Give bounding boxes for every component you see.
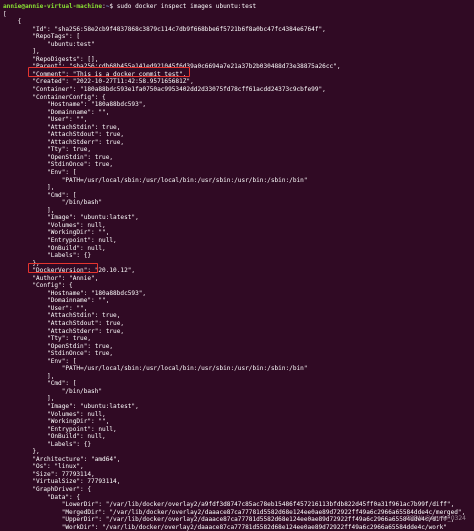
output-line: "WorkingDir": "", — [3, 418, 110, 426]
output-line: "OpenStdin": true, — [3, 342, 114, 350]
terminal-window[interactable]: annie@annie-virtual-machine:~$ sudo dock… — [0, 0, 474, 531]
output-line: "OpenStdin": true, — [3, 153, 114, 161]
command-text: $ sudo docker inspect images ubuntu:test — [109, 3, 257, 10]
output-line: "PATH=/usr/local/sbin:/usr/local/bin:/us… — [3, 365, 308, 373]
output-line: }, — [3, 259, 40, 267]
output-line: "Image": "ubuntu:latest", — [3, 402, 139, 410]
output-line: "OnBuild": null, — [3, 244, 106, 252]
output-line: "Hostname": "180a88bdc593", — [3, 101, 147, 109]
output-line: "Domainname": "", — [3, 297, 110, 305]
output-line: "ubuntu:test" — [3, 40, 95, 48]
output-line: "Image": "ubuntu:latest", — [3, 214, 139, 222]
output-line: "AttachStderr": true, — [3, 138, 125, 146]
output-line: "Size": 77793114, — [3, 470, 95, 478]
output-line: "Labels": {} — [3, 252, 92, 260]
output-line: "Labels": {} — [3, 440, 92, 448]
output-line: "UpperDir": "/var/lib/docker/overlay2/da… — [3, 516, 455, 524]
output-line: "Os": "linux", — [3, 463, 84, 471]
output-line: "Cmd": [ — [3, 191, 77, 199]
output-line: "AttachStdout": true, — [3, 131, 125, 139]
output-line: ], — [3, 48, 40, 56]
output-line: "Env": [ — [3, 357, 77, 365]
output-line: "LowerDir": "/var/lib/docker/overlay2/a9… — [3, 501, 455, 509]
output-line: "User": "", — [3, 116, 88, 124]
output-line: "Tty": true, — [3, 146, 92, 154]
output-line: "ContainerConfig": { — [3, 93, 106, 101]
output-line: "DockerVersion": "20.10.12", — [3, 267, 136, 275]
output-line: "RepoDigests": [], — [3, 55, 99, 63]
output-line: [ — [3, 10, 7, 18]
output-line: ], — [3, 372, 55, 380]
output-line: "WorkDir": "/var/lib/docker/overlay2/daa… — [3, 523, 447, 531]
output-line: "Container": "180a88bdc593e1fa0750ac9953… — [3, 86, 326, 94]
output-line: "AttachStdout": true, — [3, 319, 125, 327]
output-line: "Volumes": null, — [3, 410, 106, 418]
output-line: "Domainname": "", — [3, 108, 110, 116]
output-line: "/bin/bash" — [3, 199, 103, 207]
prompt-user-host: annie@annie-virtual-machine — [3, 3, 103, 10]
output-line: "Author": "Annie", — [3, 274, 99, 282]
output-line: "VirtualSize": 77793114, — [3, 478, 121, 486]
output-line: { — [3, 18, 22, 26]
output-line: "GraphDriver": { — [3, 486, 92, 493]
output-line: "Architecture": "amd64", — [3, 455, 121, 463]
output-line: "RepoTags": [ — [3, 33, 81, 41]
output-line: "AttachStdin": true, — [3, 312, 121, 320]
output-line: "MergedDir": "/var/lib/docker/overlay2/d… — [3, 508, 466, 516]
output-line: "Id": "sha256:58e2cb9f4837868c3879c114c7… — [3, 25, 326, 33]
output-line: "Tty": true, — [3, 335, 92, 343]
output-line: "StdinOnce": true, — [3, 161, 114, 169]
output-line: "Created": "2022-10-27T11:42:58.95716568… — [3, 78, 194, 86]
output-line: "WorkingDir": "", — [3, 229, 110, 237]
output-line: "Config": { — [3, 282, 73, 290]
output-line: "/bin/bash" — [3, 387, 103, 395]
output-line: "StdinOnce": true, — [3, 350, 114, 358]
output-line: "Entrypoint": null, — [3, 236, 117, 244]
output-line: ], — [3, 206, 55, 214]
output-line: "AttachStderr": true, — [3, 327, 125, 335]
output-line: "OnBuild": null, — [3, 433, 106, 441]
output-line: "Volumes": null, — [3, 221, 106, 229]
output-line: "AttachStdin": true, — [3, 123, 121, 131]
output-line: "Comment": "This is a docker commit test… — [3, 70, 187, 78]
output-line: "Entrypoint": null, — [3, 425, 117, 433]
output-line: "Hostname": "180a88bdc593", — [3, 289, 147, 297]
output-line: "Data": { — [3, 493, 81, 501]
output-line: ], — [3, 184, 55, 192]
output-line: "Parent": "sha256:cdb68b455a141ed921045f… — [3, 63, 341, 71]
output-line: }, — [3, 448, 40, 456]
csdn-watermark: CSDN @Annie_0324 — [405, 515, 466, 522]
terminal-output: [ { "Id": "sha256:58e2cb9f4837868c3879c1… — [3, 11, 474, 531]
prompt-line: annie@annie-virtual-machine:~$ sudo dock… — [3, 3, 257, 10]
output-line: "Cmd": [ — [3, 380, 77, 388]
output-line: "PATH=/usr/local/sbin:/usr/local/bin:/us… — [3, 176, 308, 184]
output-line: "User": "", — [3, 304, 88, 312]
output-line: ], — [3, 395, 55, 403]
output-line: "Env": [ — [3, 169, 77, 177]
